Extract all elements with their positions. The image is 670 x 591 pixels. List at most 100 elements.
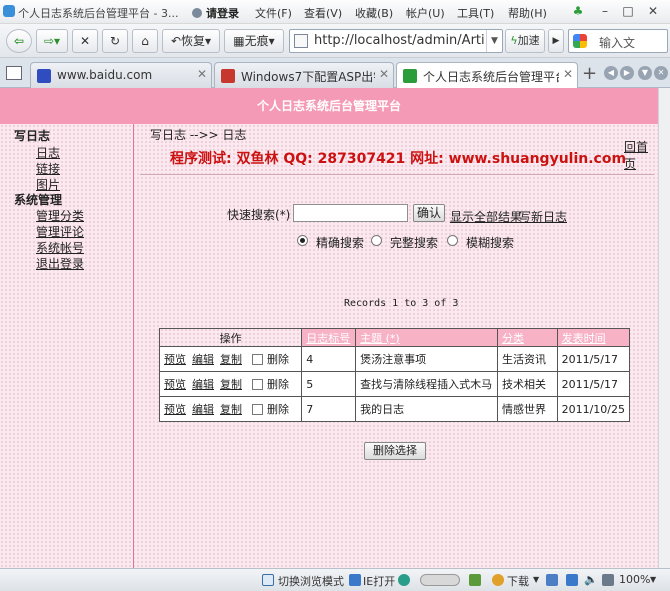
preview-link[interactable]: 预览 <box>164 403 186 416</box>
toggle-switch-icon[interactable] <box>420 574 460 586</box>
home-icon[interactable]: ⌂ <box>132 29 158 53</box>
header-subject[interactable]: 主题 (*) <box>355 328 498 347</box>
restore-button[interactable]: ↶恢复▾ <box>162 29 220 53</box>
tab-close-icon[interactable]: ✕ <box>563 67 573 81</box>
tab-bar: www.baidu.com ✕ Windows7下配置ASP出错... ✕ 个人… <box>0 58 670 89</box>
header-date[interactable]: 发表时间 <box>556 328 631 347</box>
tab-close-all-icon[interactable]: ✕ <box>654 66 668 80</box>
tab-label: 个人日志系统后台管理平台 <box>423 70 559 84</box>
cell-id: 7 <box>301 396 357 422</box>
volume-icon[interactable]: 🔈 <box>584 573 598 586</box>
monitor-icon[interactable] <box>546 574 558 586</box>
address-dropdown-icon[interactable]: ▼ <box>486 30 502 52</box>
home-link[interactable]: 回首页 <box>624 138 658 172</box>
download-dropdown-icon[interactable]: ▼ <box>533 575 539 584</box>
grid-icon[interactable] <box>469 574 481 586</box>
browser-logo-icon <box>3 5 15 17</box>
vertical-scrollbar[interactable] <box>658 88 670 568</box>
sidebar-item-accounts[interactable]: 系统帐号 <box>36 239 84 256</box>
ie-open-link[interactable]: IE打开 <box>363 573 395 589</box>
sidebar-item-comments[interactable]: 管理评论 <box>36 223 84 240</box>
new-tab-icon[interactable]: + <box>582 63 597 84</box>
cell-id: 4 <box>301 346 357 372</box>
sidebar-item-logout[interactable]: 退出登录 <box>36 255 84 272</box>
sidebar-item-log[interactable]: 日志 <box>36 144 60 161</box>
radio-full-search[interactable] <box>371 235 382 246</box>
edit-link[interactable]: 编辑 <box>192 403 214 416</box>
table-row: 预览 编辑 复制 删除 5 查找与清除线程插入式木马 技术相关 2011/5/17 <box>158 371 631 397</box>
edit-link[interactable]: 编辑 <box>192 378 214 391</box>
zoom-level[interactable]: 100% <box>619 573 650 586</box>
confirm-button[interactable]: 确认 <box>413 204 445 222</box>
menu-tools[interactable]: 工具(T) <box>457 5 494 21</box>
tab-close-icon[interactable]: ✕ <box>379 67 389 81</box>
tab-baidu[interactable]: www.baidu.com ✕ <box>30 62 212 88</box>
maximize-icon[interactable]: □ <box>620 3 636 19</box>
globe-icon[interactable] <box>398 574 410 586</box>
menu-help[interactable]: 帮助(H) <box>508 5 547 21</box>
switch-mode-link[interactable]: 切换浏览模式 <box>278 573 344 589</box>
sidebar-item-links[interactable]: 链接 <box>36 160 60 177</box>
edit-link[interactable]: 编辑 <box>192 353 214 366</box>
delete-checkbox[interactable] <box>252 354 263 365</box>
tab-scroll-left-icon[interactable]: ◀ <box>604 66 618 80</box>
window-icon[interactable] <box>566 574 578 586</box>
delete-checkbox[interactable] <box>252 404 263 415</box>
page-header: 个人日志系统后台管理平台 <box>0 88 658 124</box>
tab-close-icon[interactable]: ✕ <box>197 67 207 81</box>
cell-id: 5 <box>301 371 357 397</box>
tab-scroll-right-icon[interactable]: ▶ <box>620 66 634 80</box>
download-button[interactable]: 下载 <box>507 573 529 589</box>
face-icon[interactable] <box>492 574 504 586</box>
preview-link[interactable]: 预览 <box>164 378 186 391</box>
search-placeholder[interactable]: 输入文 <box>599 34 635 51</box>
delete-selected-button[interactable]: 删除选择 <box>364 442 426 460</box>
menu-file[interactable]: 文件(F) <box>255 5 292 21</box>
stop-icon[interactable]: ✕ <box>72 29 98 53</box>
cell-subject: 我的日志 <box>355 396 498 422</box>
tab-admin[interactable]: 个人日志系统后台管理平台 ✕ <box>396 62 578 89</box>
cell-category: 生活资讯 <box>496 346 558 372</box>
refresh-icon[interactable]: ↻ <box>102 29 128 53</box>
radio-exact-search[interactable] <box>297 235 308 246</box>
back-icon[interactable]: ⇦ <box>6 29 32 53</box>
radio-fuzzy-search[interactable] <box>447 235 458 246</box>
delete-checkbox[interactable] <box>252 379 263 390</box>
zoom-dropdown-icon[interactable]: ▼ <box>650 575 656 584</box>
go-icon[interactable]: ▶ <box>548 29 564 53</box>
menu-account[interactable]: 帐户(U) <box>406 5 445 21</box>
table-row: 预览 编辑 复制 删除 7 我的日志 情感世界 2011/10/25 <box>158 396 631 422</box>
page-viewport: 个人日志系统后台管理平台 写日志 日志 链接 图片 系统管理 管理分类 管理评论… <box>0 88 658 568</box>
header-id[interactable]: 日志标号 <box>301 328 357 347</box>
close-window-icon[interactable]: ✕ <box>645 3 661 19</box>
notrace-button[interactable]: ▦无痕▾ <box>224 29 284 53</box>
copy-link[interactable]: 复制 <box>220 378 242 391</box>
minimize-icon[interactable]: – <box>597 3 613 19</box>
address-bar[interactable]: http://localhost/admin/Arti ▼ <box>289 29 503 53</box>
sidebar-toggle-icon[interactable] <box>6 66 22 80</box>
header-category[interactable]: 分类 <box>496 328 558 347</box>
sidebar-item-categories[interactable]: 管理分类 <box>36 207 84 224</box>
copy-link[interactable]: 复制 <box>220 353 242 366</box>
screenshot-icon[interactable] <box>602 574 614 586</box>
menu-favorites[interactable]: 收藏(B) <box>355 5 393 21</box>
delete-label: 删除 <box>267 353 289 366</box>
search-box[interactable]: 输入文 <box>568 29 668 53</box>
copy-link[interactable]: 复制 <box>220 403 242 416</box>
status-bar: 切换浏览模式 IE打开 下载 ▼ 🔈 100% ▼ <box>0 568 670 591</box>
login-link[interactable]: 请登录 <box>192 5 239 21</box>
quick-search-input[interactable] <box>293 204 408 222</box>
notification-icon[interactable]: ♣ <box>570 3 586 19</box>
address-url[interactable]: http://localhost/admin/Arti <box>314 33 485 48</box>
menu-view[interactable]: 查看(V) <box>304 5 342 21</box>
tab-windows7[interactable]: Windows7下配置ASP出错... ✕ <box>214 62 394 88</box>
preview-link[interactable]: 预览 <box>164 353 186 366</box>
show-all-link[interactable]: 显示全部结果 <box>450 208 522 225</box>
accelerate-button[interactable]: ϟ加速 <box>505 29 545 53</box>
table-header-row: 操作 日志标号 主题 (*) 分类 发表时间 <box>158 328 631 347</box>
cell-category: 情感世界 <box>496 396 558 422</box>
row-actions: 预览 编辑 复制 删除 <box>158 346 303 372</box>
write-new-log-link[interactable]: 写新日志 <box>519 208 567 225</box>
tab-list-icon[interactable]: ▼ <box>638 66 652 80</box>
forward-icon[interactable]: ⇨▾ <box>36 29 68 53</box>
